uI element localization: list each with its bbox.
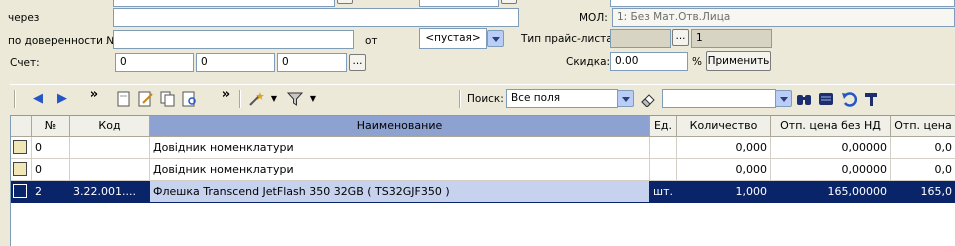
top-ellipsis-button[interactable]	[337, 0, 353, 4]
cell-price-net: 0,00000	[771, 159, 891, 181]
table-toolbar: ◀ ▶ » » ▼ ▼ Поиск: Все поля	[10, 84, 955, 113]
mol-label: МОЛ:	[579, 12, 608, 24]
cell-name[interactable]: Флешка Transcend JetFlash 350 32GB ( TS3…	[150, 181, 650, 203]
items-table: № Код Наименование Ед. Количество Отп. ц…	[10, 115, 955, 246]
account-field-3[interactable]: 0	[277, 53, 347, 72]
top-field-2[interactable]	[419, 0, 499, 7]
column-header-quantity[interactable]: Количество	[677, 116, 771, 137]
mol-field[interactable]: 1: Без Мат.Отв.Лица	[612, 8, 955, 27]
toolbar-overflow-2[interactable]: »	[218, 87, 234, 103]
search-field-dropdown[interactable]	[617, 90, 634, 107]
column-header-name[interactable]: Наименование	[150, 116, 650, 137]
account-ellipsis-button[interactable]: ...	[349, 54, 366, 71]
list-view-icon[interactable]	[818, 91, 834, 107]
search-label: Поиск:	[467, 93, 504, 105]
cell-unit: шт.	[650, 181, 677, 203]
chevron-down-icon[interactable]: ▼	[266, 91, 282, 107]
cell-quantity: 0,000	[677, 159, 771, 181]
column-header-unit[interactable]: Ед.	[650, 116, 677, 137]
cell-quantity: 0,000	[677, 137, 771, 159]
wand-icon[interactable]	[248, 91, 264, 107]
row-marker-icon	[13, 140, 27, 154]
top-field-3[interactable]	[610, 0, 955, 7]
column-header-price-net[interactable]: Отп. цена без НД	[771, 116, 891, 137]
pricelist-ellipsis-button[interactable]: ...	[672, 29, 689, 46]
discount-label: Скидка:	[566, 56, 611, 68]
arrow-left-icon[interactable]: ◀	[30, 91, 46, 107]
cell-number: 0	[32, 159, 70, 181]
via-input[interactable]	[113, 8, 519, 27]
toolbar-separator	[239, 90, 241, 108]
account-label: Счет:	[10, 57, 40, 69]
cell-quantity: 1,000	[677, 181, 771, 203]
cell-code	[70, 159, 150, 181]
proxy-number-input[interactable]	[113, 30, 354, 49]
cell-unit	[650, 137, 677, 159]
view-document-icon[interactable]	[182, 91, 198, 107]
binoculars-icon[interactable]	[796, 91, 812, 107]
cell-price-net: 165,00000	[771, 181, 891, 203]
from-label: от	[365, 35, 378, 47]
pricelist-label: Тип прайс-листа:	[521, 33, 617, 45]
cell-code: 3.22.001....	[70, 181, 150, 203]
cell-number: 0	[32, 137, 70, 159]
eraser-icon[interactable]	[640, 91, 656, 108]
row-marker-cell	[11, 159, 32, 181]
pricelist-type-field[interactable]	[610, 29, 671, 48]
toolbar-separator	[459, 90, 461, 108]
row-marker-cell	[11, 137, 32, 159]
arrow-right-icon[interactable]: ▶	[54, 91, 70, 107]
column-header-price[interactable]: Отп. цена	[891, 116, 955, 137]
search-text-dropdown[interactable]	[775, 90, 792, 107]
percent-sign: %	[692, 56, 702, 68]
cell-name: Довідник номенклатури	[150, 137, 650, 159]
via-label: через	[8, 12, 40, 24]
proxy-date-dropdown[interactable]	[487, 30, 504, 47]
cell-price: 0,0	[891, 159, 955, 181]
column-header-code[interactable]: Код	[70, 116, 150, 137]
account-field-1[interactable]: 0	[115, 53, 194, 72]
row-marker-icon	[13, 184, 27, 198]
toolbar-overflow-1[interactable]: »	[86, 87, 102, 103]
cell-price: 0,0	[891, 137, 955, 159]
apply-discount-button[interactable]: Применить	[706, 51, 771, 71]
search-field-select[interactable]: Все поля	[506, 89, 618, 108]
toolbar-grip	[14, 90, 16, 108]
cell-code	[70, 137, 150, 159]
pricelist-value-field[interactable]: 1	[691, 29, 772, 48]
cell-price: 165,0	[891, 181, 955, 203]
search-text-input[interactable]	[662, 89, 776, 108]
filter-icon[interactable]	[286, 91, 304, 107]
cell-price-net: 0,00000	[771, 137, 891, 159]
row-marker-icon	[13, 162, 27, 176]
chevron-down-icon[interactable]: ▼	[305, 91, 321, 107]
cell-unit	[650, 159, 677, 181]
column-header-number[interactable]: №	[32, 116, 70, 137]
undo-icon[interactable]	[841, 91, 858, 107]
new-document-icon[interactable]	[116, 91, 132, 107]
cell-number: 2	[32, 181, 70, 203]
top-field-1[interactable]	[113, 0, 335, 7]
row-marker-cell	[11, 181, 32, 203]
cell-name: Довідник номенклатури	[150, 159, 650, 181]
proxy-label: по доверенности №	[8, 35, 118, 47]
discount-input[interactable]: 0.00	[610, 52, 688, 71]
copy-document-icon[interactable]	[160, 91, 176, 107]
account-field-2[interactable]: 0	[196, 53, 275, 72]
edit-document-icon[interactable]	[138, 91, 154, 107]
proxy-date-field[interactable]: <пустая>	[419, 28, 487, 49]
top-ellipsis-button-2[interactable]	[501, 0, 517, 4]
column-header-marker	[11, 116, 32, 137]
hammer-icon[interactable]	[863, 91, 879, 107]
